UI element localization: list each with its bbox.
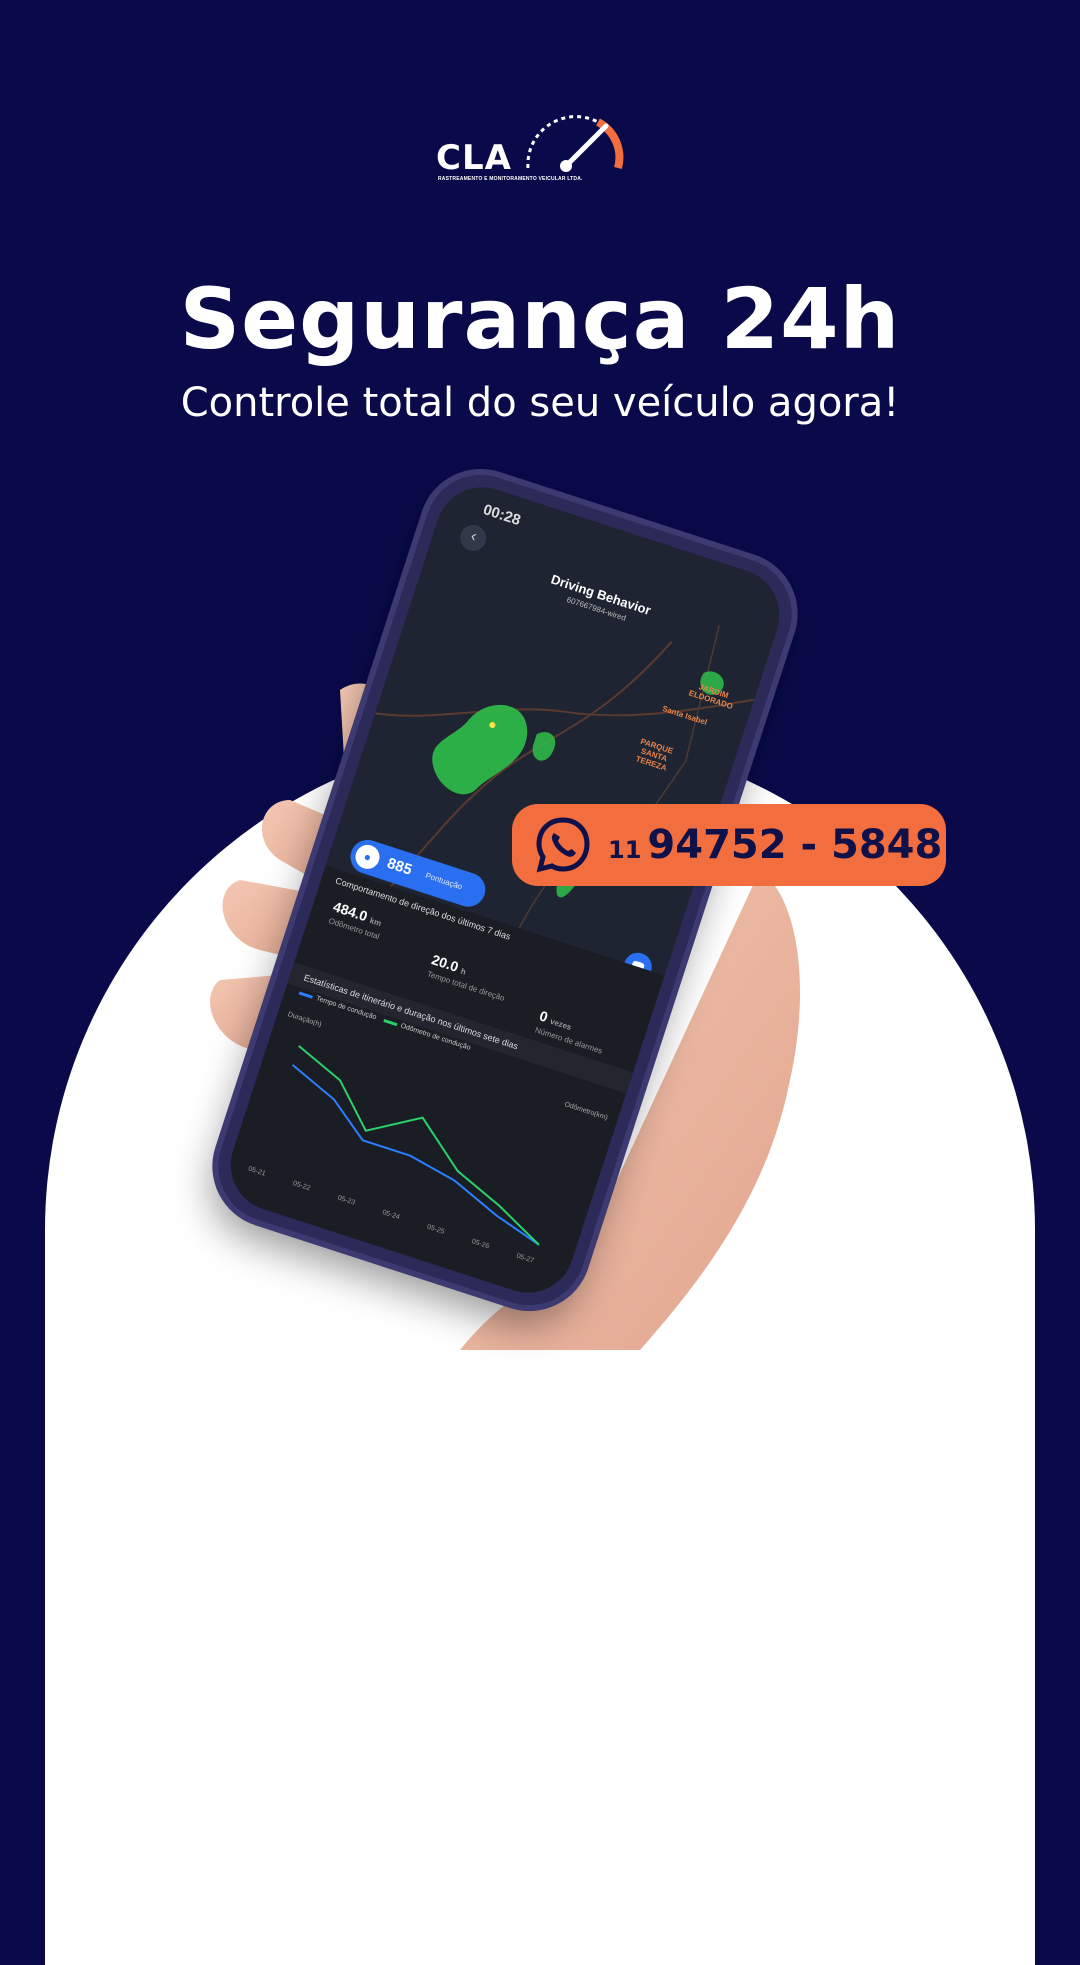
x-tick: 05-24	[381, 1209, 401, 1222]
odometer-unit: km	[368, 915, 383, 929]
score-label: Pontuação	[424, 870, 464, 892]
subheadline: Controle total do seu veículo agora!	[180, 380, 900, 426]
x-tick: 05-21	[247, 1165, 267, 1178]
drive-time-unit: h	[459, 966, 468, 977]
brand-logo: CLA RASTREAMENTO E MONITORAMENTO VEICULA…	[430, 108, 650, 188]
logo-text: CLA	[436, 138, 512, 178]
series-line-time	[291, 1064, 540, 1246]
x-tick: 05-22	[291, 1180, 312, 1193]
whatsapp-icon	[536, 817, 590, 873]
number: 94752 - 5848	[647, 822, 943, 868]
x-tick: 05-25	[426, 1223, 446, 1236]
series-line-odometer	[298, 1045, 540, 1246]
whatsapp-contact-badge[interactable]: 11 94752 - 5848	[512, 804, 946, 886]
x-tick: 05-23	[336, 1194, 356, 1207]
y-axis-right-label: Odômetro(km)	[563, 1101, 609, 1122]
phone-number: 11 94752 - 5848	[608, 822, 942, 868]
score-value: 885	[385, 854, 415, 879]
odometer-stat: 484.0 km Odômetro total	[328, 898, 387, 941]
area-code: 11	[608, 836, 642, 864]
score-icon: ●	[352, 841, 383, 873]
alarms-value: 0	[537, 1007, 550, 1025]
y-axis-left-label: Duração(h)	[286, 1011, 323, 1029]
logo-tagline: RASTREAMENTO E MONITORAMENTO VEICULAR LT…	[438, 176, 583, 182]
speedometer-icon	[526, 115, 624, 172]
x-tick: 05-26	[470, 1238, 490, 1251]
drive-time-label: Tempo total de direção	[425, 969, 506, 1003]
drive-time-stat: 20.0 h Tempo total de direção	[426, 951, 512, 1003]
x-tick: 05-27	[515, 1252, 535, 1265]
headline: Segurança 24h	[179, 270, 901, 368]
